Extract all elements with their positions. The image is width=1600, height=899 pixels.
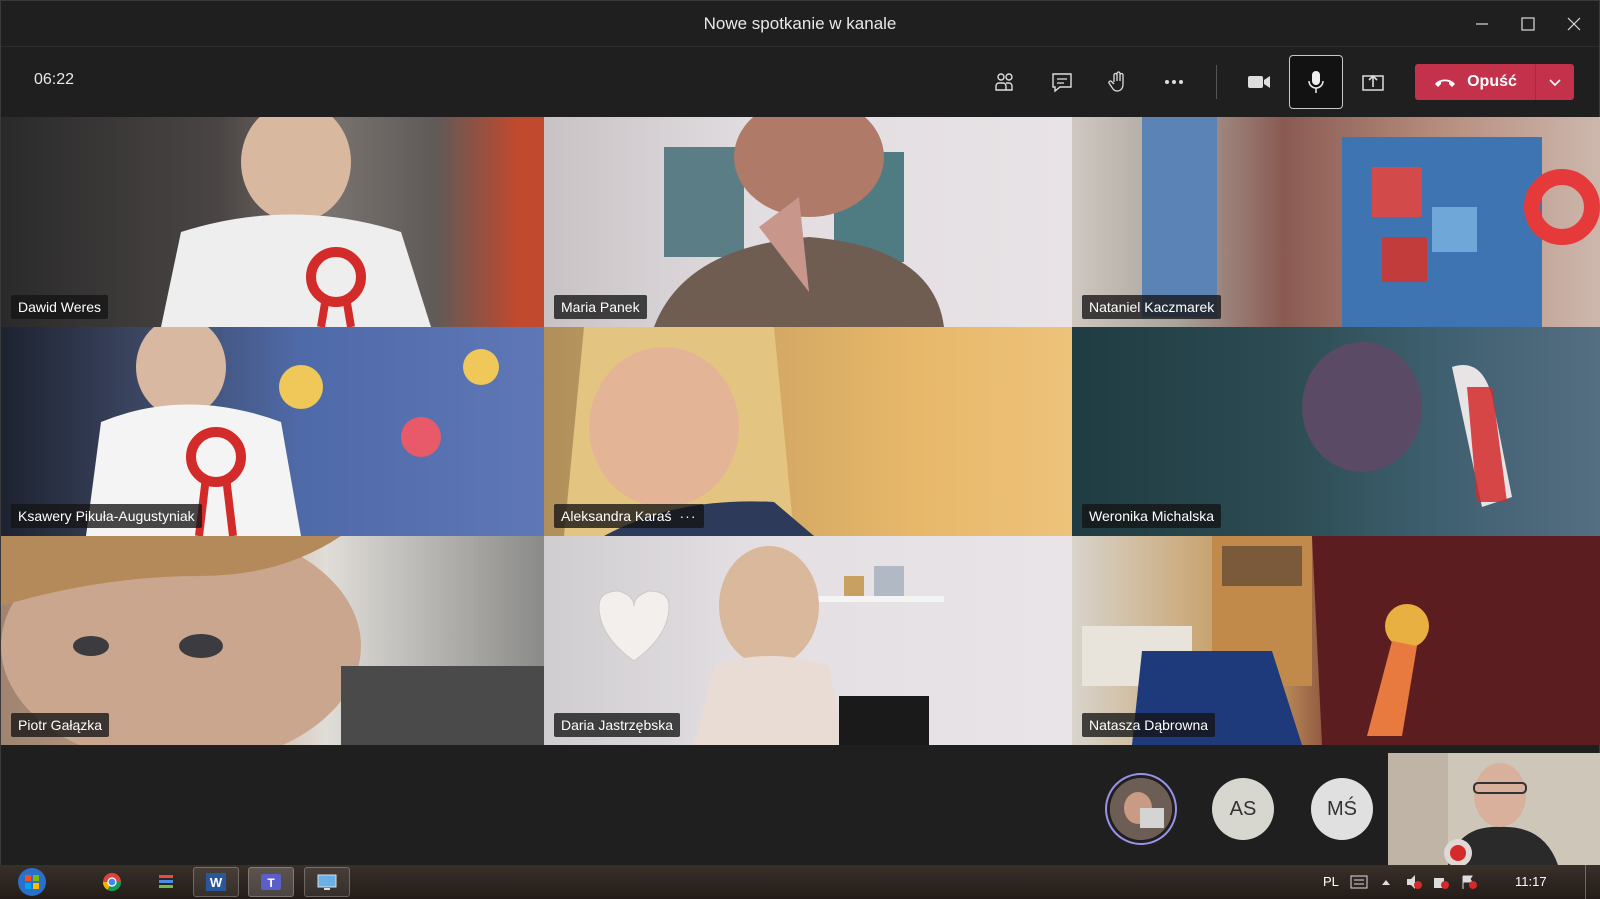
participant-name-text: Weronika Michalska bbox=[1089, 508, 1215, 524]
windows-start-icon bbox=[18, 868, 46, 896]
participant-avatar[interactable]: MŚ bbox=[1311, 778, 1373, 840]
participant-name: Aleksandra Karaś ··· bbox=[554, 504, 704, 528]
window-title: Nowe spotkanie w kanale bbox=[703, 14, 897, 33]
stack-icon bbox=[159, 875, 173, 888]
people-icon bbox=[995, 73, 1013, 91]
video-tile[interactable]: Aleksandra Karaś ··· bbox=[544, 327, 1072, 536]
video-tile[interactable]: Piotr Gałązka bbox=[1, 536, 544, 745]
participant-avatar[interactable]: AS bbox=[1212, 778, 1274, 840]
self-view-feed bbox=[1388, 753, 1600, 865]
participant-name-text: Piotr Gałązka bbox=[18, 717, 103, 733]
more-icon bbox=[1165, 80, 1183, 84]
participants-button[interactable] bbox=[978, 55, 1032, 109]
participant-name-text: Dawid Weres bbox=[18, 299, 101, 315]
hang-up-icon bbox=[1435, 79, 1456, 87]
participant-name: Piotr Gałązka bbox=[11, 713, 110, 737]
svg-text:T: T bbox=[267, 876, 275, 890]
show-desktop-button[interactable] bbox=[1585, 865, 1600, 899]
more-actions-button[interactable] bbox=[1147, 55, 1201, 109]
leave-label: Opuść bbox=[1467, 73, 1517, 90]
participant-name-text: Natasza Dąbrowna bbox=[1089, 717, 1209, 733]
keyboard-icon[interactable] bbox=[1350, 875, 1368, 889]
participant-avatar-photo[interactable] bbox=[1110, 778, 1172, 840]
action-center-flag-icon[interactable] bbox=[1460, 874, 1478, 890]
video-tile[interactable]: Dawid Weres bbox=[1, 117, 544, 327]
meeting-toolbar: 06:22 Opuść bbox=[1, 47, 1599, 115]
participant-name: Dawid Weres bbox=[11, 295, 108, 319]
video-tile[interactable]: Natasza Dąbrowna bbox=[1072, 536, 1600, 745]
video-tile[interactable]: Maria Panek bbox=[544, 117, 1072, 327]
word-icon: W bbox=[206, 873, 226, 891]
video-tile[interactable]: Weronika Michalska bbox=[1072, 327, 1600, 536]
chat-button[interactable] bbox=[1035, 55, 1089, 109]
maximize-button[interactable] bbox=[1505, 1, 1551, 47]
leave-options-button[interactable] bbox=[1536, 64, 1574, 100]
teams-window: Nowe spotkanie w kanale 06:22 Opuść Dawi… bbox=[0, 0, 1600, 865]
participant-name: Weronika Michalska bbox=[1082, 504, 1222, 528]
taskbar-chrome[interactable] bbox=[92, 867, 132, 897]
leave-main[interactable]: Opuść bbox=[1415, 64, 1535, 100]
video-tile[interactable]: Daria Jastrzębska bbox=[544, 536, 1072, 745]
taskbar-word[interactable]: W bbox=[193, 867, 239, 897]
raise-hand-icon bbox=[1108, 71, 1124, 92]
camera-icon bbox=[1248, 76, 1270, 88]
taskbar-teams[interactable]: T bbox=[248, 867, 294, 897]
taskbar-app[interactable] bbox=[146, 867, 186, 897]
windows-taskbar: W T PL 11:17 bbox=[0, 865, 1600, 899]
toolbar-separator bbox=[1216, 65, 1217, 99]
share-screen-icon bbox=[1362, 74, 1384, 91]
microphone-button[interactable] bbox=[1289, 55, 1343, 109]
camera-button[interactable] bbox=[1232, 55, 1286, 109]
participant-name: Maria Panek bbox=[554, 295, 647, 319]
leave-button[interactable]: Opuść bbox=[1415, 64, 1574, 100]
maximize-icon bbox=[1521, 17, 1535, 31]
participant-name-text: Aleksandra Karaś bbox=[561, 508, 672, 524]
participant-name: Ksawery Pikuła-Augustyniak bbox=[11, 504, 202, 528]
participant-name: Natasza Dąbrowna bbox=[1082, 713, 1216, 737]
participant-name-text: Ksawery Pikuła-Augustyniak bbox=[18, 508, 195, 524]
close-button[interactable] bbox=[1551, 1, 1597, 47]
raise-hand-button[interactable] bbox=[1091, 55, 1145, 109]
volume-muted-icon[interactable] bbox=[1405, 874, 1423, 890]
participant-more-button[interactable]: ··· bbox=[680, 508, 697, 524]
avatar-image bbox=[1110, 778, 1172, 840]
video-tile[interactable]: Ksawery Pikuła-Augustyniak bbox=[1, 327, 544, 536]
participant-name: Daria Jastrzębska bbox=[554, 713, 681, 737]
meeting-timer: 06:22 bbox=[34, 71, 75, 88]
avatar-initials: AS bbox=[1229, 797, 1257, 820]
close-icon bbox=[1567, 17, 1581, 31]
chevron-down-icon bbox=[1549, 79, 1561, 87]
language-indicator[interactable]: PL bbox=[1323, 874, 1339, 889]
minimize-icon bbox=[1476, 23, 1488, 25]
title-bar: Nowe spotkanie w kanale bbox=[1, 1, 1599, 47]
teams-icon: T bbox=[261, 874, 281, 890]
chrome-icon bbox=[103, 873, 121, 892]
participant-name: Nataniel Kaczmarek bbox=[1082, 295, 1222, 319]
participant-name-text: Maria Panek bbox=[561, 299, 640, 315]
show-hidden-icons-icon[interactable] bbox=[1380, 877, 1392, 887]
video-grid: Dawid Weres Maria Panek Nataniel Kaczmar… bbox=[1, 117, 1600, 753]
taskbar-screen[interactable] bbox=[304, 867, 350, 897]
participant-name-text: Nataniel Kaczmarek bbox=[1089, 299, 1215, 315]
self-view-video[interactable] bbox=[1388, 753, 1600, 865]
overflow-participants-bar: AS MŚ bbox=[1, 753, 1600, 865]
avatar-initials: MŚ bbox=[1327, 797, 1357, 820]
video-tile[interactable]: Nataniel Kaczmarek bbox=[1072, 117, 1600, 327]
taskbar-clock[interactable]: 11:17 bbox=[1515, 874, 1547, 889]
svg-text:W: W bbox=[210, 875, 223, 890]
chat-icon bbox=[1052, 73, 1072, 93]
participant-name-text: Daria Jastrzębska bbox=[561, 717, 674, 733]
minimize-button[interactable] bbox=[1459, 1, 1505, 47]
start-button[interactable] bbox=[10, 867, 54, 897]
microphone-icon bbox=[1308, 71, 1324, 93]
power-icon[interactable] bbox=[1432, 874, 1450, 890]
screen-icon bbox=[317, 874, 337, 890]
share-screen-button[interactable] bbox=[1346, 55, 1400, 109]
